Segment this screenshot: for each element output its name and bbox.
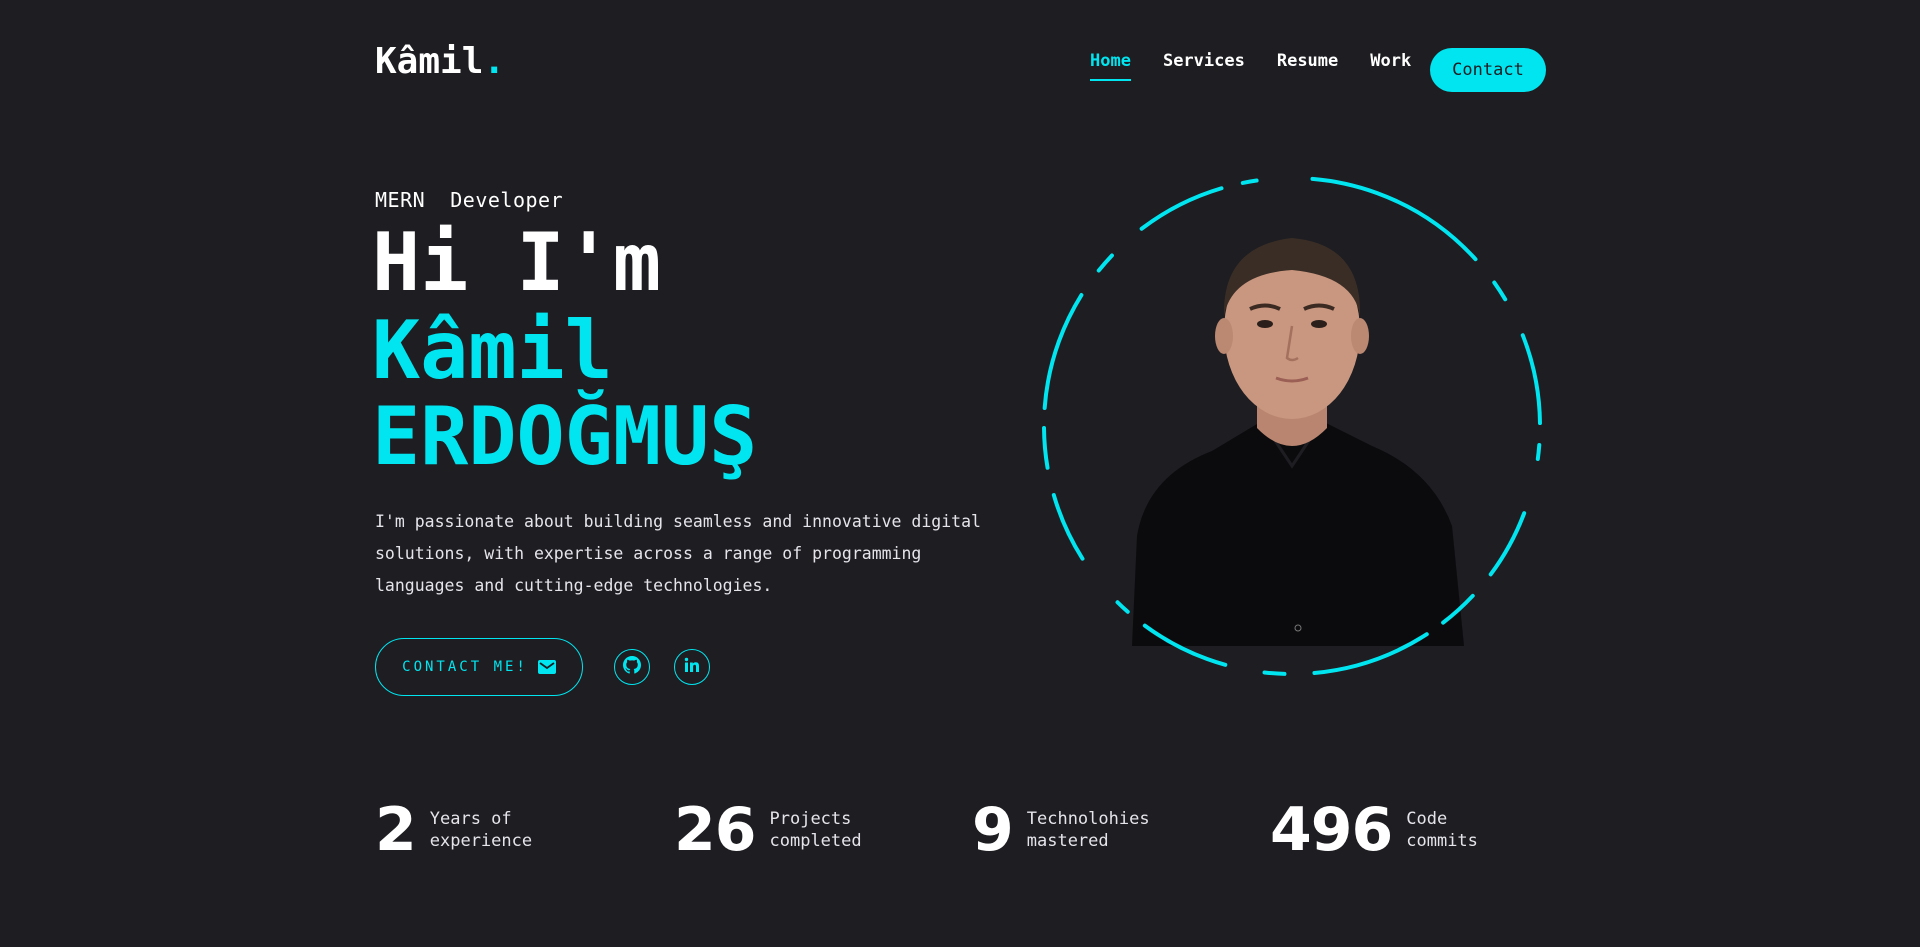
stat-label-line: mastered <box>1026 831 1109 851</box>
stat-label: Code commits <box>1406 808 1526 852</box>
main-nav: Home Services Resume Work <box>1090 48 1443 82</box>
stat-label-line: Technolohies <box>1026 809 1150 829</box>
brand-dot: . <box>483 41 506 82</box>
linkedin-link[interactable] <box>674 649 710 685</box>
stat-experience: 2 Years of experience <box>375 800 550 860</box>
brand-name: Kâmil <box>375 41 484 82</box>
contact-button[interactable]: Contact <box>1430 48 1546 92</box>
nav-item-resume[interactable]: Resume <box>1277 48 1338 75</box>
portfolio-page: Kâmil. Home Services Resume Work Contact… <box>0 0 1920 947</box>
stat-technologies: 9 Technolohies mastered <box>972 795 1150 865</box>
stat-label-line: Years of <box>429 809 512 829</box>
nav-item-work[interactable]: Work <box>1370 48 1411 75</box>
decorative-dashed-ring <box>1042 175 1542 676</box>
stat-value: 496 <box>1270 795 1393 865</box>
stat-label: Years of experience <box>430 808 550 852</box>
linkedin-icon <box>684 657 700 677</box>
portrait-section <box>1036 170 1548 682</box>
name-heading: Kâmil ERDOĞMUŞ <box>372 304 758 484</box>
stat-label-line: Code <box>1406 809 1448 829</box>
stat-label: Technolohies mastered <box>1026 808 1150 852</box>
stat-value: 9 <box>972 795 1014 865</box>
first-name: Kâmil <box>372 304 613 397</box>
stat-label-line: commits <box>1406 831 1478 851</box>
stat-value: 26 <box>674 795 756 865</box>
stat-label-line: completed <box>769 831 862 851</box>
contact-me-label: CONTACT ME! <box>402 659 528 675</box>
stat-value: 2 <box>375 795 417 865</box>
nav-item-services[interactable]: Services <box>1163 48 1245 75</box>
greeting-heading: Hi I'm <box>372 216 661 309</box>
stat-commits: 496 Code commits <box>1270 800 1526 860</box>
stat-label-line: Projects <box>769 809 852 829</box>
contact-me-button[interactable]: CONTACT ME! <box>375 638 583 696</box>
stat-projects: 26 Projects completed <box>674 800 890 860</box>
intro-text: I'm passionate about building seamless a… <box>375 512 981 595</box>
stat-label: Projects completed <box>770 808 890 852</box>
role-subtitle: MERN Developer <box>375 188 564 212</box>
brand-logo[interactable]: Kâmil. <box>375 44 505 80</box>
mail-icon <box>537 660 556 674</box>
last-name: ERDOĞMUŞ <box>372 390 758 484</box>
nav-item-home[interactable]: Home <box>1090 48 1131 82</box>
github-icon <box>623 656 641 678</box>
stat-label-line: experience <box>429 831 533 851</box>
github-link[interactable] <box>614 649 650 685</box>
